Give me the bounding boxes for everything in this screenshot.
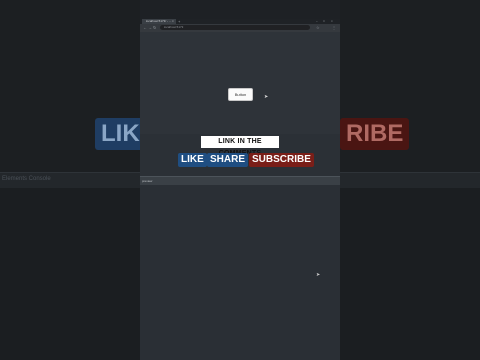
- like-label: LIKE: [178, 153, 207, 167]
- address-text: localhost:5173: [164, 25, 184, 29]
- background-strip-text: Elements Console: [2, 176, 51, 182]
- subscribe-label: SUBSCRIBE: [249, 153, 314, 167]
- address-bar[interactable]: localhost:5173: [160, 25, 310, 30]
- demo-button[interactable]: Button: [228, 88, 253, 101]
- lower-panel: ➤: [140, 185, 340, 360]
- reload-icon[interactable]: ↻: [153, 25, 156, 31]
- bookmark-icon[interactable]: ☆: [316, 25, 320, 31]
- background-subscribe-label: RIBE: [340, 118, 410, 150]
- share-label: SHARE: [207, 153, 249, 167]
- page-viewport: Button ➤: [140, 32, 340, 134]
- lower-panel-title: preview: [142, 179, 153, 183]
- menu-icon[interactable]: ⋮: [332, 25, 336, 31]
- forward-icon[interactable]: →: [148, 25, 152, 31]
- mouse-cursor-icon: ➤: [264, 94, 269, 100]
- screen-recording-frame: localhost:5173/ - ... × + – □ × ← → ↻ lo…: [140, 19, 340, 360]
- back-icon[interactable]: ←: [143, 25, 147, 31]
- browser-toolbar: ← → ↻ localhost:5173 ☆ ⋮: [140, 24, 340, 32]
- lower-panel-header: preview: [140, 176, 340, 185]
- mouse-cursor-icon: ➤: [316, 272, 321, 278]
- link-in-comments-label: LINK IN THE COMMENTS: [201, 136, 279, 157]
